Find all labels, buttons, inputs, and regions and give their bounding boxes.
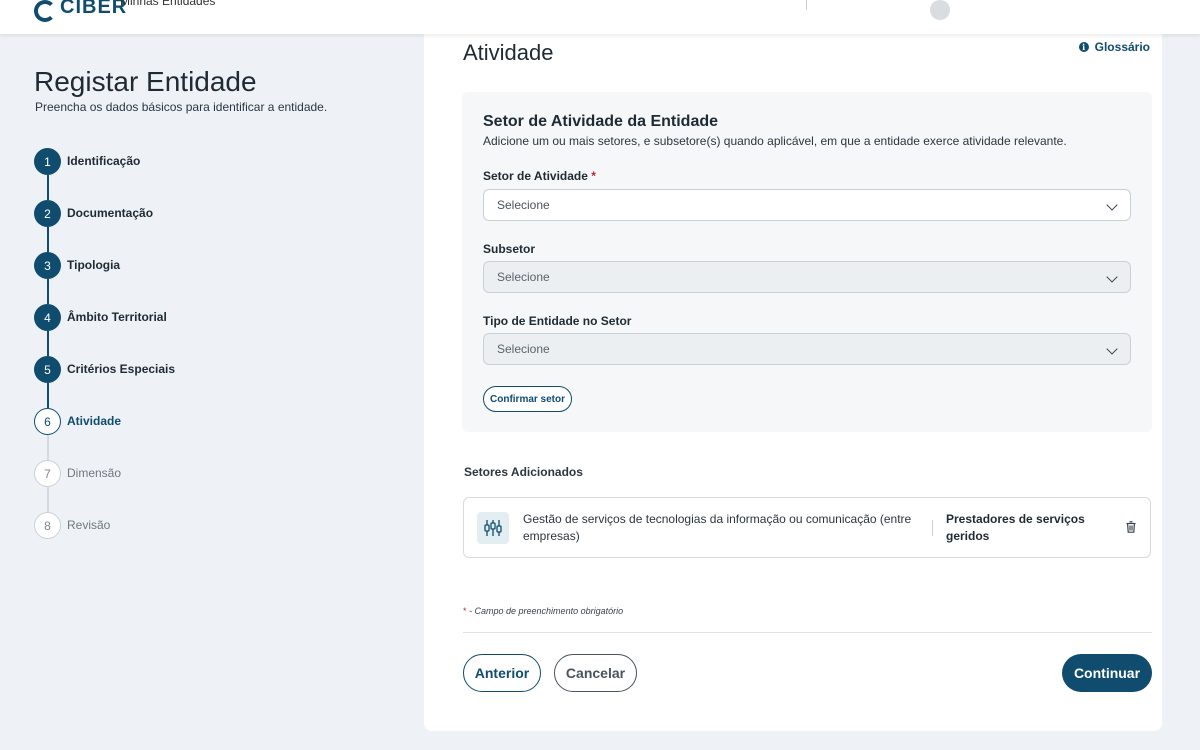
app-logo[interactable]: CIBER: [34, 0, 127, 24]
step-label: Revisão: [67, 518, 111, 532]
required-mark: *: [591, 169, 596, 183]
chevron-down-icon: [1106, 343, 1118, 355]
trash-icon-svg: [1126, 521, 1136, 533]
step-number: 3: [34, 252, 61, 279]
step-number: 7: [34, 460, 61, 487]
step-label: Critérios Especiais: [67, 362, 176, 376]
subsetor-select[interactable]: Selecione: [483, 261, 1131, 293]
setor-atividade-label: Setor de Atividade *: [483, 169, 596, 183]
continue-button[interactable]: Continuar: [1062, 654, 1152, 692]
step-label: Dimensão: [67, 466, 122, 480]
footer-divider: [463, 632, 1152, 633]
cancel-button[interactable]: Cancelar: [554, 654, 637, 692]
step-identificacao[interactable]: 1 Identificação: [34, 148, 334, 200]
step-ambito-territorial[interactable]: 4 Âmbito Territorial: [34, 304, 334, 356]
step-dimensao: 7 Dimensão: [34, 460, 334, 512]
step-number: 4: [34, 304, 61, 331]
step-label: Âmbito Territorial: [67, 310, 167, 324]
confirm-sector-button[interactable]: Confirmar setor: [483, 386, 573, 412]
step-connector: [47, 487, 49, 512]
step-connector: [47, 279, 49, 304]
select-value: Selecione: [497, 270, 550, 284]
select-value: Selecione: [497, 342, 550, 356]
added-entity-type: Prestadores de serviços geridos: [946, 512, 1085, 543]
step-number: 2: [34, 200, 61, 227]
previous-button[interactable]: Anterior: [463, 654, 541, 692]
setor-atividade-label-text: Setor de Atividade: [483, 169, 588, 183]
step-label: Documentação: [67, 206, 154, 220]
step-label: Identificação: [67, 154, 141, 168]
step-tipologia[interactable]: 3 Tipologia: [34, 252, 334, 304]
step-number: 1: [34, 148, 61, 175]
required-note-text: - Campo de preenchimento obrigatório: [466, 606, 624, 616]
step-number: 6: [34, 408, 61, 435]
nav-link-minhas-entidades[interactable]: Minhas Entidades: [120, 0, 215, 8]
content-card: Atividade i Glossário Setor de Atividade…: [424, 20, 1162, 731]
step-label: Atividade: [67, 414, 122, 428]
info-icon: i: [1078, 42, 1089, 52]
network-nodes-icon-svg: [484, 520, 502, 536]
step-documentacao[interactable]: 2 Documentação: [34, 200, 334, 252]
added-sector-item: Gestão de serviços de tecnologias da inf…: [463, 497, 1151, 558]
step-connector: [47, 435, 49, 460]
network-nodes-icon: [477, 512, 509, 544]
tipo-entidade-select[interactable]: Selecione: [483, 333, 1131, 365]
step-number: 5: [34, 356, 61, 383]
step-connector: [47, 331, 49, 356]
item-divider: [932, 520, 933, 536]
added-sectors-title: Setores Adicionados: [464, 465, 583, 479]
sector-form-title: Setor de Atividade da Entidade: [483, 113, 719, 130]
stepper: 1 Identificação 2 Documentação 3 Tipolog…: [34, 148, 334, 564]
logo-mark-icon: [34, 0, 56, 22]
required-field-note: * - Campo de preenchimento obrigatório: [463, 606, 623, 616]
tipo-entidade-label: Tipo de Entidade no Setor: [483, 314, 632, 328]
logo-text: CIBER: [60, 0, 128, 18]
chevron-down-icon: [1106, 271, 1118, 283]
page-subtitle: Preencha os dados básicos para identific…: [35, 100, 328, 114]
setor-atividade-select[interactable]: Selecione: [483, 189, 1131, 221]
step-revisao: 8 Revisão: [34, 512, 334, 564]
glossary-link[interactable]: i Glossário: [1078, 40, 1150, 54]
sector-form-description: Adicione um ou mais setores, e subsetore…: [483, 134, 1067, 148]
step-criterios-especiais[interactable]: 5 Critérios Especiais: [34, 356, 334, 408]
step-connector: [47, 175, 49, 200]
step-label: Tipologia: [67, 258, 121, 272]
sector-form: Setor de Atividade da Entidade Adicione …: [462, 92, 1152, 432]
trash-icon[interactable]: [1126, 520, 1136, 538]
header-divider: [806, 0, 807, 10]
top-header: CIBER Minhas Entidades: [0, 0, 1200, 34]
step-number: 8: [34, 512, 61, 539]
section-title: Atividade: [463, 40, 554, 65]
step-atividade[interactable]: 6 Atividade: [34, 408, 334, 460]
step-connector: [47, 383, 49, 408]
chevron-down-icon: [1106, 199, 1118, 211]
avatar[interactable]: [930, 0, 950, 20]
page-title: Registar Entidade: [34, 66, 257, 97]
stepper-panel: Registar Entidade Preencha os dados bási…: [0, 34, 424, 750]
subsetor-label: Subsetor: [483, 242, 536, 256]
step-connector: [47, 227, 49, 252]
added-sector-name: Gestão de serviços de tecnologias da inf…: [523, 512, 912, 543]
select-value: Selecione: [497, 198, 550, 212]
glossary-label: Glossário: [1094, 40, 1150, 54]
